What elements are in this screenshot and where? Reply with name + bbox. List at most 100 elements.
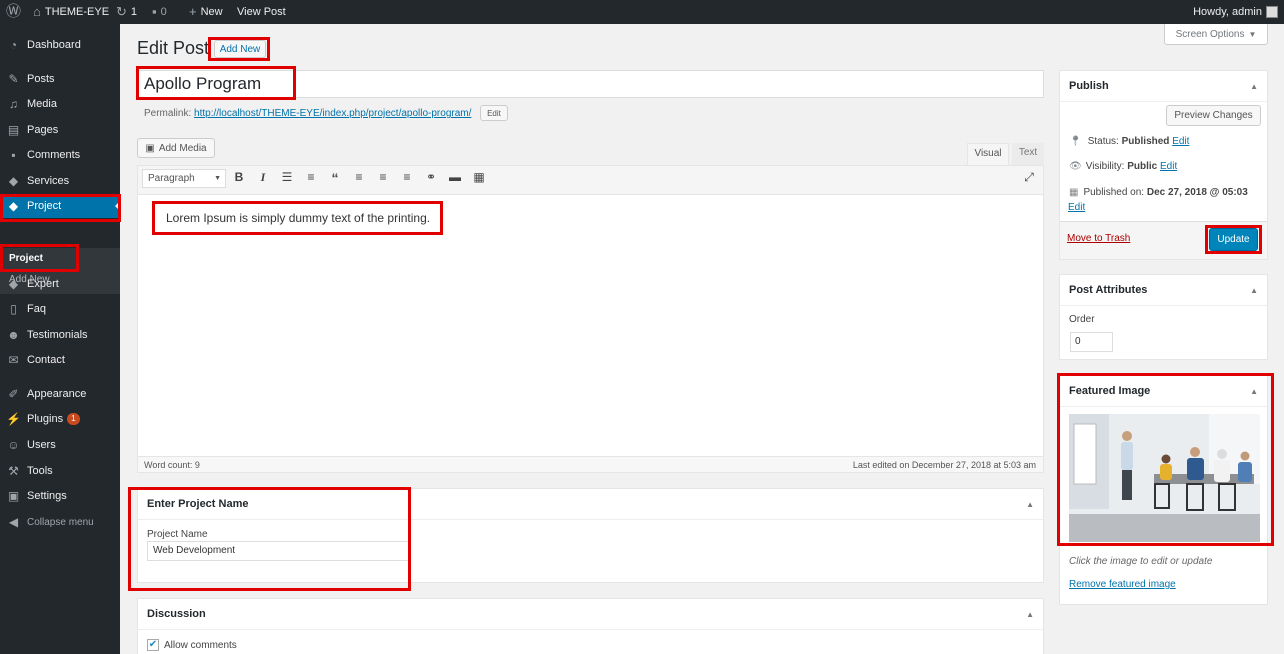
blockquote-icon[interactable]: “ [327, 170, 343, 186]
editor-content[interactable]: Lorem Ipsum is simply dummy text of the … [166, 211, 430, 225]
sidebar-item-settings[interactable]: ▣ Settings [0, 484, 120, 508]
read-more-icon[interactable]: ▬ [447, 170, 463, 184]
sidebar-item-comments[interactable]: ▪ Comments [0, 143, 120, 167]
home-icon: ⌂ [33, 4, 41, 19]
featured-image[interactable] [1069, 414, 1260, 542]
new-content-link[interactable]: + New [189, 0, 223, 24]
sidebar-item-expert[interactable]: ◆ Expert [0, 272, 120, 296]
wrench-icon: ⚒ [8, 464, 19, 478]
collapse-menu-button[interactable]: ◀ Collapse menu [0, 510, 120, 534]
link-icon[interactable]: ⚭ [423, 170, 439, 184]
move-to-trash-link[interactable]: Move to Trash [1067, 233, 1130, 244]
caret-down-icon: ▼ [1248, 29, 1257, 39]
sidebar-item-contact[interactable]: ✉ Contact [0, 348, 120, 372]
project-name-box: Enter Project Name ▲ Project Name Web Dev… [137, 488, 1044, 583]
screen-options-button[interactable]: Screen Options ▼ [1164, 24, 1268, 45]
tab-visual[interactable]: Visual [967, 143, 1009, 165]
sidebar-item-users[interactable]: ☺ Users [0, 433, 120, 457]
toggle-arrow-icon[interactable]: ▲ [1250, 275, 1258, 306]
add-media-button[interactable]: ▣ Add Media [137, 138, 215, 158]
plugin-icon: ⚡ [6, 412, 21, 426]
toggle-arrow-icon[interactable]: ▲ [1026, 599, 1034, 630]
preview-changes-button[interactable]: Preview Changes [1166, 105, 1261, 126]
updates-link[interactable]: ↻ 1 [116, 0, 137, 24]
sidebar-item-plugins[interactable]: ⚡ Plugins 1 [0, 407, 120, 431]
update-button[interactable]: Update [1209, 228, 1258, 251]
add-media-icon: ▣ [145, 142, 155, 154]
toolbar-toggle-icon[interactable]: ▦ [471, 170, 487, 184]
fullscreen-icon[interactable]: ⤢ [1021, 170, 1037, 185]
bullet-list-icon[interactable]: ☰ [279, 170, 295, 184]
comments-icon: ▪ [11, 148, 16, 162]
sidebar-item-tools[interactable]: ⚒ Tools [0, 459, 120, 483]
allow-comments-checkbox[interactable]: ✔ [147, 639, 159, 651]
add-new-button[interactable]: Add New [214, 40, 266, 58]
align-center-icon[interactable]: ≡ [375, 170, 391, 184]
editor-toolbar [138, 166, 1043, 195]
publish-header[interactable]: Publish ▲ [1060, 71, 1267, 102]
admin-sidebar: ◔ Dashboard ✎ Posts ♫ Media ▤ Pages ▪ Comment… [0, 24, 120, 654]
visibility-row: 👁︎ Visibility: Public Edit [1069, 161, 1178, 172]
sidebar-item-faq[interactable]: ▯ Faq [0, 297, 120, 321]
project-name-header[interactable]: Enter Project Name ▲ [138, 489, 1043, 520]
settings-icon: ▣ [7, 489, 20, 503]
permalink-link[interactable]: http://localhost/THEME-EYE/index.php/pro… [194, 108, 471, 119]
account-menu[interactable]: Howdy, admin [1193, 0, 1278, 24]
post-attributes-header[interactable]: Post Attributes ▲ [1060, 275, 1267, 306]
document-icon: ▯ [10, 302, 17, 316]
numbered-list-icon[interactable]: ≡ [303, 170, 319, 184]
italic-icon[interactable]: I [255, 170, 271, 185]
page-title: Edit Post [137, 38, 210, 58]
featured-image-header[interactable]: Featured Image ▲ [1060, 376, 1267, 407]
sidebar-item-project[interactable]: ◆ Project [0, 194, 120, 218]
sidebar-item-posts[interactable]: ✎ Posts [0, 67, 120, 91]
sidebar-item-appearance[interactable]: ✐ Appearance [0, 382, 120, 406]
post-attributes-box: Post Attributes ▲ Order 0 [1059, 274, 1268, 360]
allow-comments-row: ✔ Allow comments [147, 639, 237, 651]
avatar [1266, 6, 1278, 18]
view-post-link[interactable]: View Post [237, 0, 286, 24]
status-edit-link[interactable]: Edit [1172, 136, 1189, 147]
status-row: 📍︎ Status: Published Edit [1069, 136, 1190, 147]
align-left-icon[interactable]: ≡ [351, 170, 367, 184]
sidebar-item-testimonials[interactable]: ☻ Testimonials [0, 323, 120, 347]
last-edited: Last edited on December 27, 2018 at 5:03… [852, 460, 1036, 470]
discussion-box: Discussion ▲ ✔ Allow comments [137, 598, 1044, 654]
pin-icon: 📍︎ [1069, 136, 1082, 147]
pages-icon: ▤ [7, 123, 20, 137]
post-title-input[interactable]: Apollo Program [137, 70, 1044, 98]
toggle-arrow-icon[interactable]: ▲ [1250, 71, 1258, 102]
sidebar-item-services[interactable]: ◆ Services [0, 169, 120, 193]
format-select[interactable]: Paragraph ▼ [142, 169, 226, 188]
toggle-arrow-icon[interactable]: ▲ [1026, 489, 1034, 520]
comment-icon: ▪ [152, 4, 157, 19]
sidebar-item-pages[interactable]: ▤ Pages [0, 118, 120, 142]
brush-icon: ✐ [8, 387, 19, 401]
visibility-edit-link[interactable]: Edit [1160, 161, 1177, 172]
tag-icon: ◆ [8, 199, 19, 213]
dashboard-icon: ◔ [9, 38, 18, 52]
calendar-icon: ▦ [1069, 187, 1079, 198]
sidebar-item-dashboard[interactable]: ◔ Dashboard [0, 33, 120, 57]
toggle-arrow-icon[interactable]: ▲ [1250, 376, 1258, 407]
published-on-row: ▦ Published on: Dec 27, 2018 @ 05:03 [1069, 187, 1248, 198]
align-right-icon[interactable]: ≡ [399, 170, 415, 184]
discussion-header[interactable]: Discussion ▲ [138, 599, 1043, 630]
project-name-input[interactable]: Web Development [147, 541, 409, 561]
tag-icon: ◆ [8, 277, 19, 291]
order-input[interactable]: 0 [1070, 332, 1113, 352]
sidebar-item-media[interactable]: ♫ Media [0, 92, 120, 116]
permalink-edit-button[interactable]: Edit [480, 105, 508, 121]
submenu-item-project[interactable]: Project [9, 253, 43, 264]
tag-icon: ◆ [8, 174, 19, 188]
wordpress-logo-icon[interactable]: Ⓦ [6, 0, 21, 24]
remove-featured-image-link[interactable]: Remove featured image [1069, 579, 1176, 590]
site-name-link[interactable]: ⌂ THEME-EYE [33, 0, 109, 24]
tab-text[interactable]: Text [1012, 143, 1044, 165]
project-name-label: Project Name [147, 529, 208, 540]
meeting-photo-image [1069, 414, 1260, 542]
published-on-edit-link[interactable]: Edit [1068, 202, 1085, 213]
bold-icon[interactable]: B [231, 170, 247, 184]
plus-icon: + [189, 4, 197, 19]
comments-link[interactable]: ▪ 0 [152, 0, 167, 24]
